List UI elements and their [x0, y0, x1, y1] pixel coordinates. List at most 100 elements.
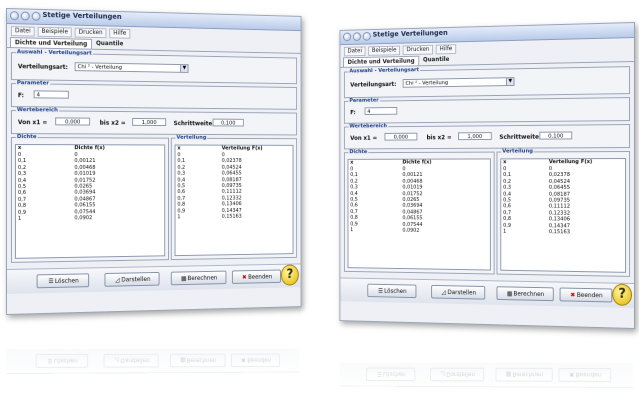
group-wertebereich: Wertebereich Von x1 = 0,000 bis x2 = 1,0… [344, 124, 630, 149]
loeschen-button-reflection: ☰Löschen [36, 354, 89, 368]
group-auswahl: Auswahl - Verteilungsart Verteilungsart:… [344, 66, 630, 98]
close-x-icon: ✖ [569, 289, 577, 303]
verteilung-listbox[interactable]: x Verteilung F(x) 00 0,1 0,02378 0,2 0,045… [175, 145, 294, 257]
window-title: Stetige Verteilungen [373, 29, 448, 39]
close-window-icon[interactable] [10, 11, 19, 20]
verteilungsart-select[interactable]: Chi ² - Verteilung ▼ [403, 77, 515, 88]
table-row[interactable]: 1 0,0902 [16, 214, 164, 222]
menu-hilfe[interactable]: Hilfe [109, 28, 130, 38]
menu-beispiele[interactable]: Beispiele [368, 46, 400, 56]
group-auswahl: Auswahl - Verteilungsart Verteilungsart:… [11, 52, 297, 84]
verteilung-col-value: Verteilung F(x) [549, 159, 592, 166]
maximize-window-icon[interactable] [363, 32, 371, 41]
group-label-wertebereich: Wertebereich [16, 107, 59, 113]
button-bar: ☰Löschen ◿ Darstellen ▦Berechnen ✖Beenden [7, 263, 301, 294]
group-label-auswahl: Auswahl - Verteilungsart [16, 49, 93, 56]
von-label: Von x1 = [350, 135, 377, 142]
group-dichte: Dichte x Dichte f(x) 00 0,1 0,00121 0,2 0,… [11, 137, 169, 263]
group-label-parameter: Parameter [348, 98, 379, 104]
loeschen-button[interactable]: ☰Löschen [37, 273, 90, 288]
von-label: Von x1 = [18, 119, 47, 126]
verteilungsart-select[interactable]: Chi ² - Verteilung ▼ [75, 62, 189, 73]
dichte-col-value: Dichte f(x) [402, 160, 431, 167]
beenden-button-reflection: ✖Beenden [559, 368, 612, 382]
schrittweite-input[interactable]: 0,100 [213, 119, 244, 127]
group-label-verteilung: Verteilung [175, 135, 207, 141]
verteilung-col-value: Verteilung F(x) [222, 146, 263, 153]
table-row[interactable]: 1 0,0902 [348, 227, 489, 235]
beenden-button[interactable]: ✖Beenden [232, 270, 281, 284]
tab-dichte-und-verteilung[interactable]: Dichte und Verteilung [343, 56, 419, 67]
schrittweite-label: Schrittweite: [499, 134, 541, 141]
menu-datei[interactable]: Datei [11, 26, 35, 37]
loeschen-button[interactable]: ☰Löschen [367, 284, 416, 298]
schrittweite-label: Schrittweite: [174, 120, 215, 127]
dichte-col-value: Dichte f(x) [74, 145, 105, 152]
beenden-button[interactable]: ✖Beenden [560, 287, 613, 302]
group-wertebereich: Wertebereich Von x1 = 0,000 bis x2 = 1,0… [11, 110, 297, 135]
calculator-icon: ▦ [180, 272, 187, 286]
schrittweite-input[interactable]: 0,100 [539, 131, 572, 139]
minimize-window-icon[interactable] [353, 32, 361, 41]
parameter-f-label: F: [350, 109, 356, 116]
screenshot-stage: Stetige Verteilungen Datei Beispiele Dru… [0, 0, 639, 407]
von-input[interactable]: 0,000 [55, 117, 90, 125]
minimize-window-icon[interactable] [21, 11, 30, 20]
bis-label: bis x2 = [100, 120, 126, 127]
app-window-right: Stetige Verteilungen Datei Beispiele Dru… [339, 22, 635, 329]
berechnen-button[interactable]: ▦Berechnen [497, 286, 554, 301]
maximize-window-icon[interactable] [32, 12, 41, 21]
bis-label: bis x2 = [427, 134, 452, 141]
clear-list-icon: ☰ [377, 285, 384, 299]
app-window-left: Stetige Verteilungen Datei Beispiele Dru… [6, 8, 302, 315]
tab-quantile[interactable]: Quantile [92, 39, 127, 50]
table-row[interactable]: 1 0,15163 [175, 213, 292, 220]
menu-beispiele[interactable]: Beispiele [38, 27, 72, 38]
darstellen-button-reflection: ◿ Darstellen [104, 354, 159, 368]
help-icon[interactable]: ? [612, 284, 632, 306]
tab-quantile[interactable]: Quantile [419, 55, 453, 65]
von-input[interactable]: 0,000 [384, 133, 417, 141]
group-parameter: Parameter F: 4 [11, 83, 297, 110]
table-row[interactable]: 1 0,15163 [501, 229, 625, 237]
bis-input[interactable]: 1,000 [458, 132, 492, 140]
group-label-dichte: Dichte [348, 149, 368, 155]
verteilung-listbox[interactable]: x Verteilung F(x) 00 0,1 0,02378 0,2 0,045… [500, 158, 626, 273]
chevron-down-icon[interactable]: ▼ [180, 65, 187, 72]
parameter-f-input[interactable]: 4 [34, 90, 69, 98]
button-bar: ☰Löschen ◿ Darstellen ▦Berechnen ✖Beenden [340, 277, 634, 308]
berechnen-button[interactable]: ▦Berechnen [171, 271, 227, 286]
group-label-verteilung: Verteilung [501, 148, 534, 154]
darstellen-button-reflection: ◿ Darstellen [430, 368, 484, 382]
menu-hilfe[interactable]: Hilfe [436, 44, 456, 54]
menu-drucken[interactable]: Drucken [403, 45, 433, 55]
parameter-f-label: F: [18, 92, 24, 99]
loeschen-button-reflection: ☰Löschen [366, 368, 415, 382]
dichte-listbox[interactable]: x Dichte f(x) 00 0,1 0,00121 0,2 0,00468 0… [348, 158, 491, 270]
verteilungsart-label: Verteilungsart: [18, 63, 68, 71]
dichte-listbox[interactable]: x Dichte f(x) 00 0,1 0,00121 0,2 0,00468 0… [15, 144, 165, 259]
parameter-f-input[interactable]: 4 [365, 107, 398, 115]
menu-datei[interactable]: Datei [344, 46, 366, 56]
tab-dichte-und-verteilung[interactable]: Dichte und Verteilung [10, 37, 92, 49]
group-parameter: Parameter F: 4 [344, 97, 630, 124]
window-reflection-right: ☰Löschen ◿ Darstellen ▦Berechnen ✖Beenden [339, 328, 633, 388]
darstellen-button[interactable]: ◿ Darstellen [431, 285, 485, 300]
chevron-down-icon[interactable]: ▼ [506, 78, 514, 85]
berechnen-button-reflection: ▦Berechnen [170, 354, 226, 368]
group-label-dichte: Dichte [16, 134, 38, 140]
group-label-auswahl: Auswahl - Verteilungsart [348, 67, 419, 74]
group-dichte: Dichte x Dichte f(x) 00 0,1 0,00121 0,2 0,… [344, 152, 495, 275]
verteilungsart-value: Chi ² - Verteilung [78, 64, 122, 71]
close-window-icon[interactable] [343, 32, 351, 41]
beenden-button-reflection: ✖Beenden [231, 354, 280, 368]
clear-list-icon: ☰ [47, 275, 55, 289]
darstellen-button[interactable]: ◿ Darstellen [105, 272, 160, 287]
bis-input[interactable]: 1,000 [132, 118, 166, 126]
verteilungsart-value: Chi ² - Verteilung [405, 80, 448, 86]
window-reflection-left: ☰Löschen ◿ Darstellen ▦Berechnen ✖Beenden [6, 314, 300, 374]
menu-drucken[interactable]: Drucken [75, 28, 107, 39]
group-verteilung: Verteilung x Verteilung F(x) 00 0,1 0,023… [497, 151, 631, 277]
berechnen-button-reflection: ▦Berechnen [495, 368, 552, 382]
calculator-icon: ▦ [506, 287, 514, 301]
